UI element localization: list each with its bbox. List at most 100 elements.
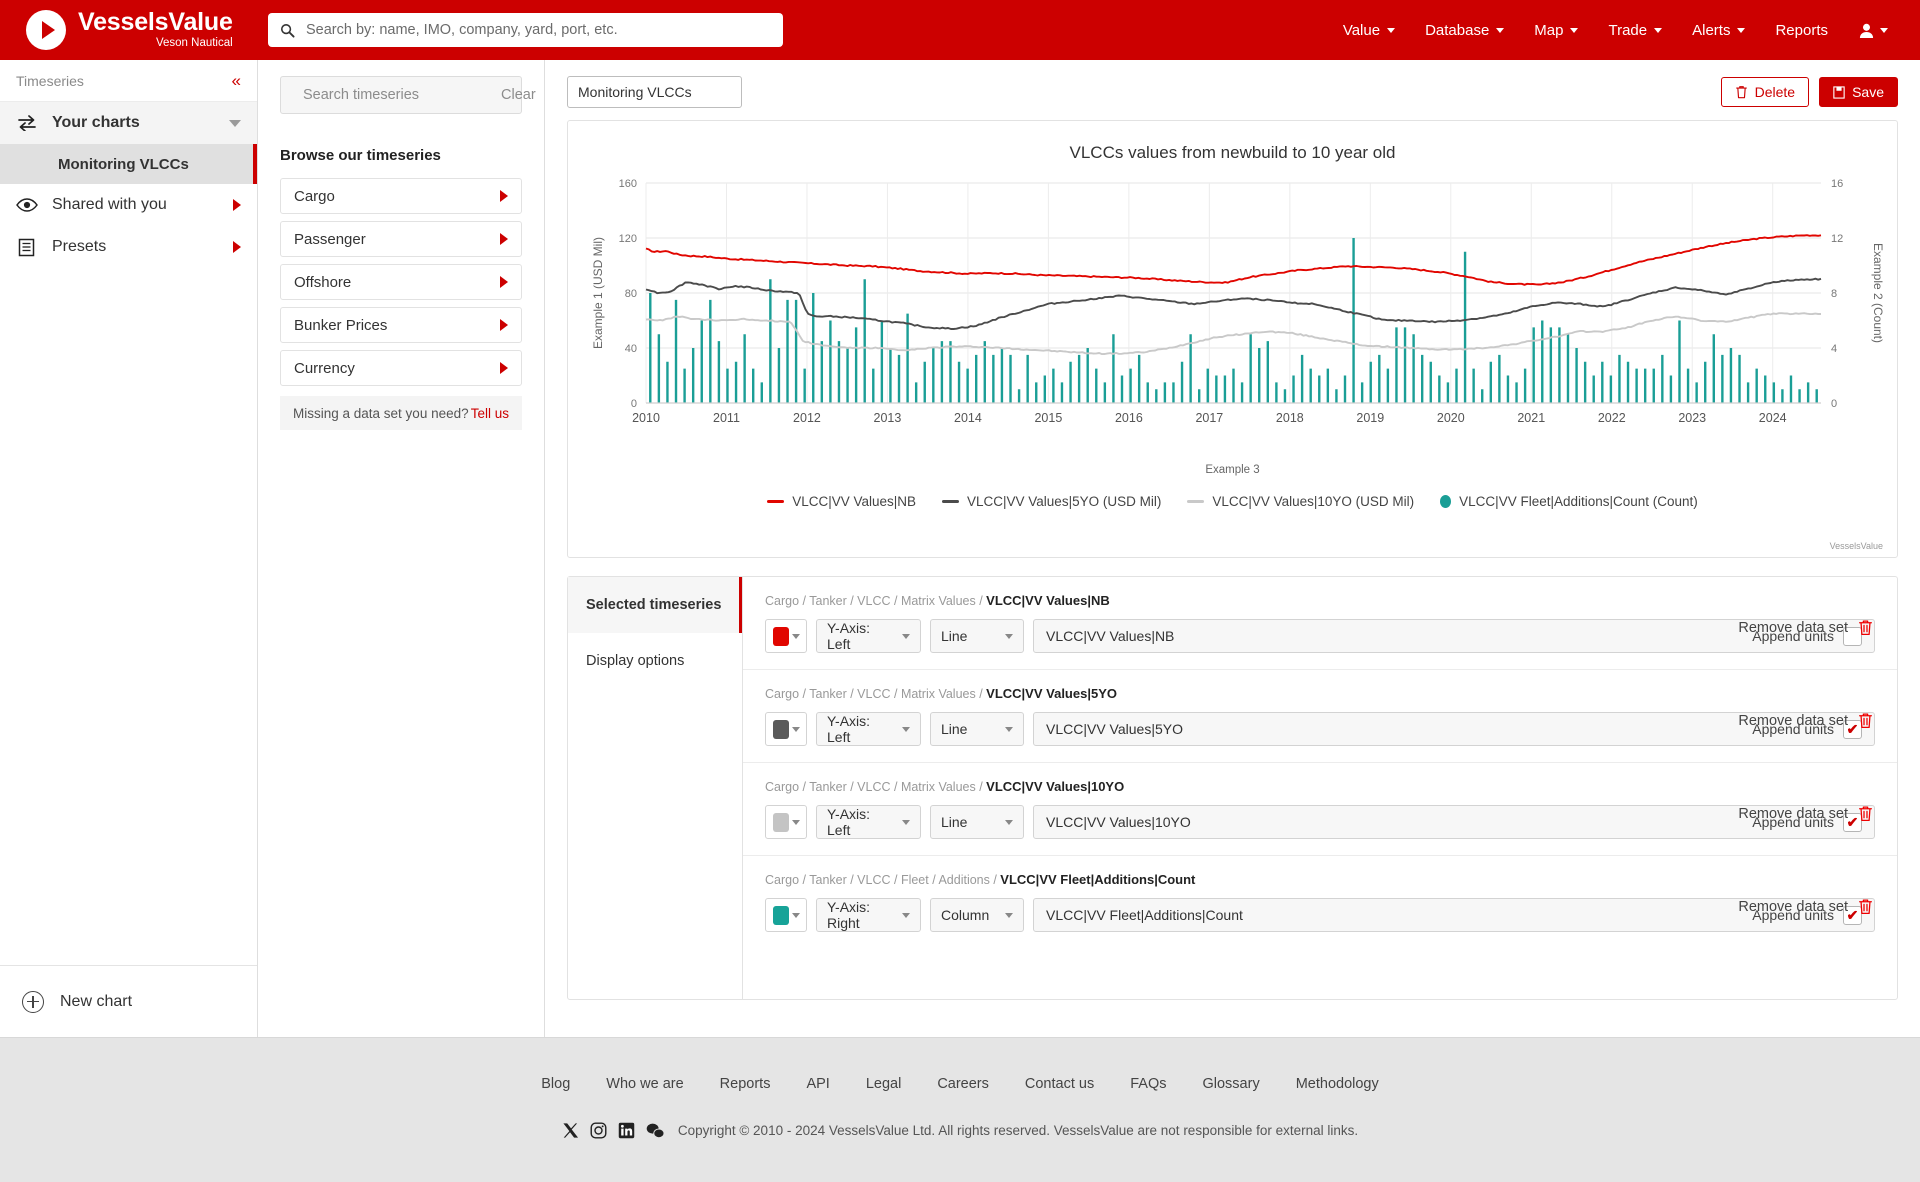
chevron-down-icon [792, 820, 800, 825]
svg-text:12: 12 [1831, 233, 1843, 245]
nav-item-reports[interactable]: Reports [1775, 22, 1828, 39]
category-passenger[interactable]: Passenger [280, 221, 522, 257]
footer-link-legal[interactable]: Legal [866, 1076, 901, 1092]
timeseries-search-input[interactable] [301, 86, 492, 104]
nav-item-trade[interactable]: Trade [1608, 22, 1662, 39]
sidebar-item-monitoring-vlccs[interactable]: Monitoring VLCCs [0, 144, 257, 184]
tab-label: Selected timeseries [586, 597, 721, 613]
chart-name-input[interactable] [567, 76, 742, 108]
category-label: Offshore [294, 274, 351, 291]
trash-icon [1858, 712, 1873, 729]
svg-text:2019: 2019 [1356, 411, 1384, 425]
category-currency[interactable]: Currency [280, 350, 522, 386]
tell-us-link[interactable]: Tell us [471, 406, 509, 421]
save-button[interactable]: Save [1819, 77, 1898, 107]
left-sidebar: Timeseries « Your charts Monitoring VLCC… [0, 60, 258, 1037]
tab-selected-timeseries[interactable]: Selected timeseries [568, 577, 742, 633]
timeseries-row: Cargo / Tanker / VLCC / Matrix Values / … [743, 763, 1897, 856]
y-axis-value: Y-Axis: Left [827, 713, 888, 745]
chevron-down-icon [1880, 28, 1888, 33]
search-input[interactable] [304, 21, 771, 39]
nav-item-database[interactable]: Database [1425, 22, 1504, 39]
legend-item-additions[interactable]: VLCC|VV Fleet|Additions|Count (Count) [1440, 494, 1698, 509]
delete-button[interactable]: Delete [1721, 77, 1809, 107]
color-picker[interactable] [765, 619, 807, 653]
linkedin-icon[interactable] [618, 1122, 635, 1139]
footer-link-who-we-are[interactable]: Who we are [606, 1076, 683, 1092]
chart-type-select[interactable]: Line [930, 712, 1024, 746]
nav-item-alerts[interactable]: Alerts [1692, 22, 1745, 39]
legend-item-nb[interactable]: VLCC|VV Values|NB [767, 494, 916, 509]
footer-link-api[interactable]: API [806, 1076, 829, 1092]
chart-type-select[interactable]: Line [930, 805, 1024, 839]
selected-timeseries-card: Selected timeseries Display options Carg… [567, 576, 1898, 1000]
footer-link-reports[interactable]: Reports [720, 1076, 771, 1092]
color-picker[interactable] [765, 805, 807, 839]
x-twitter-icon[interactable] [562, 1122, 579, 1139]
trash-icon [1735, 85, 1748, 99]
remove-dataset-button[interactable]: Remove data set [1738, 619, 1873, 636]
timeseries-search-box[interactable]: Clear [280, 76, 522, 114]
clear-search-button[interactable]: Clear [501, 87, 536, 103]
nav-item-map[interactable]: Map [1534, 22, 1578, 39]
timeseries-row: Cargo / Tanker / VLCC / Matrix Values / … [743, 577, 1897, 670]
remove-dataset-button[interactable]: Remove data set [1738, 805, 1873, 822]
category-label: Passenger [294, 231, 366, 248]
footer-link-blog[interactable]: Blog [541, 1076, 570, 1092]
timeseries-chart[interactable]: 0040480812012160162010201120122013201420… [586, 177, 1896, 442]
sidebar-item-your-charts[interactable]: Your charts [0, 102, 257, 144]
timeseries-tabs: Selected timeseries Display options [568, 577, 743, 999]
wechat-icon[interactable] [646, 1122, 665, 1139]
brand-subtitle: Veson Nautical [78, 38, 233, 50]
color-swatch [773, 720, 789, 739]
user-account-menu[interactable] [1858, 22, 1888, 39]
y-axis-select[interactable]: Y-Axis: Left [816, 805, 921, 839]
chevron-down-icon [1654, 28, 1662, 33]
remove-dataset-button[interactable]: Remove data set [1738, 712, 1873, 729]
y-axis-select[interactable]: Y-Axis: Left [816, 619, 921, 653]
social-links [562, 1122, 665, 1139]
nav-label: Alerts [1692, 22, 1730, 39]
timeseries-row: Cargo / Tanker / VLCC / Fleet / Addition… [743, 856, 1897, 948]
sidebar-item-presets[interactable]: Presets [0, 226, 257, 268]
svg-text:2020: 2020 [1437, 411, 1465, 425]
chart-type-select[interactable]: Line [930, 619, 1024, 653]
footer-link-faqs[interactable]: FAQs [1130, 1076, 1166, 1092]
color-picker[interactable] [765, 712, 807, 746]
sidebar-item-shared-with-you[interactable]: Shared with you [0, 184, 257, 226]
remove-dataset-button[interactable]: Remove data set [1738, 898, 1873, 915]
instagram-icon[interactable] [590, 1122, 607, 1139]
footer-link-careers[interactable]: Careers [937, 1076, 989, 1092]
user-icon [1858, 22, 1875, 39]
chart-plot-area[interactable]: 0040480812012160162010201120122013201420… [586, 177, 1879, 442]
row-controls: Y-Axis: Right Column VLCC|VV Fleet|Addit… [765, 898, 1875, 932]
chevron-down-icon [1387, 28, 1395, 33]
browse-panel-title: Browse our timeseries [280, 147, 522, 164]
tab-display-options[interactable]: Display options [568, 633, 742, 689]
footer-link-glossary[interactable]: Glossary [1202, 1076, 1259, 1092]
svg-text:2024: 2024 [1759, 411, 1787, 425]
global-search-box[interactable] [268, 13, 783, 47]
legend-item-5yo[interactable]: VLCC|VV Values|5YO (USD Mil) [942, 494, 1161, 509]
svg-text:120: 120 [619, 233, 637, 245]
category-bunker-prices[interactable]: Bunker Prices [280, 307, 522, 343]
footer-link-methodology[interactable]: Methodology [1296, 1076, 1379, 1092]
legend-item-10yo[interactable]: VLCC|VV Values|10YO (USD Mil) [1187, 494, 1414, 509]
color-picker[interactable] [765, 898, 807, 932]
breadcrumb: Cargo / Tanker / VLCC / Fleet / Addition… [765, 872, 1875, 887]
footer-link-contact-us[interactable]: Contact us [1025, 1076, 1094, 1092]
sidebar-label-shared: Shared with you [52, 196, 219, 214]
y-axis-select[interactable]: Y-Axis: Right [816, 898, 921, 932]
new-chart-button[interactable]: New chart [0, 965, 257, 1037]
nav-label: Trade [1608, 22, 1647, 39]
collapse-sidebar-icon[interactable]: « [232, 72, 241, 89]
category-cargo[interactable]: Cargo [280, 178, 522, 214]
category-offshore[interactable]: Offshore [280, 264, 522, 300]
chart-type-select[interactable]: Column [930, 898, 1024, 932]
svg-text:0: 0 [1831, 398, 1837, 410]
brand-logo-group[interactable]: VesselsValue Veson Nautical [26, 10, 256, 50]
chevron-down-icon [792, 913, 800, 918]
y-axis-select[interactable]: Y-Axis: Left [816, 712, 921, 746]
chevron-down-icon [1005, 913, 1013, 918]
nav-item-value[interactable]: Value [1343, 22, 1395, 39]
